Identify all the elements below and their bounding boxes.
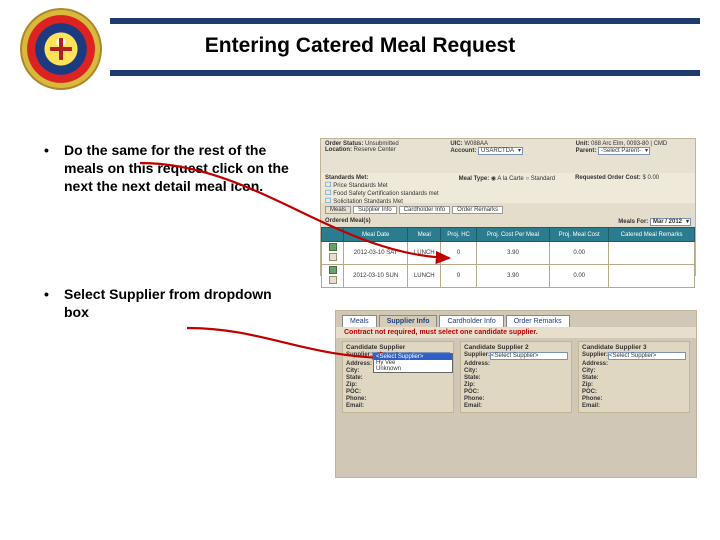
divider-top bbox=[110, 18, 700, 24]
parent-label: Parent: bbox=[576, 148, 597, 154]
standard-checkbox[interactable]: Solicitation Standards Met bbox=[325, 197, 439, 205]
page-icon[interactable] bbox=[329, 276, 337, 284]
candidate-supplier-2: Candidate Supplier 2 Supplier:<Select Su… bbox=[460, 341, 572, 413]
candidate-heading: Candidate Supplier 2 bbox=[464, 344, 568, 351]
ordered-meals-heading: Ordered Meal(s) bbox=[325, 218, 371, 224]
requested-cost-value: $ 0.00 bbox=[642, 175, 659, 181]
supplier-dropdown-menu[interactable]: <Select Supplier> Hy Vee Unknown bbox=[373, 353, 453, 373]
parent-select[interactable]: -Select Parent- bbox=[598, 147, 650, 155]
standard-checkbox[interactable]: Price Standards Met bbox=[325, 181, 439, 189]
meals-table: Meal Date Meal Proj. HC Proj. Cost Per M… bbox=[321, 227, 695, 288]
table-row: 2012-03-10 SUN LUNCH 0 3.90 0.00 bbox=[322, 265, 695, 288]
divider-bottom bbox=[110, 70, 700, 76]
instruction-list: Do the same for the rest of the meals on… bbox=[40, 142, 300, 412]
contract-warning: Contract not required, must select one c… bbox=[336, 327, 696, 338]
col-icons bbox=[322, 228, 344, 242]
meals-for-select[interactable]: Mar / 2012 bbox=[650, 218, 691, 226]
tab-cardholder-info[interactable]: Cardholder Info bbox=[399, 206, 450, 214]
candidate-heading: Candidate Supplier bbox=[346, 344, 450, 351]
instruction-item: Do the same for the rest of the meals on… bbox=[40, 142, 300, 196]
tab-order-remarks[interactable]: Order Remarks bbox=[452, 206, 503, 214]
dropdown-option[interactable]: Unknown bbox=[374, 366, 452, 372]
detail-meal-icon[interactable] bbox=[329, 266, 337, 274]
candidate-supplier-3: Candidate Supplier 3 Supplier:<Select Su… bbox=[578, 341, 690, 413]
candidate-supplier-1: Candidate Supplier Supplier:<Select Supp… bbox=[342, 341, 454, 413]
col-meal: Meal bbox=[408, 228, 441, 242]
page-icon[interactable] bbox=[329, 253, 337, 261]
tab-order-remarks[interactable]: Order Remarks bbox=[506, 315, 570, 327]
instruction-item: Select Supplier from dropdown box bbox=[40, 286, 300, 322]
tab-supplier-info[interactable]: Supplier Info bbox=[353, 206, 397, 214]
tab-supplier-info[interactable]: Supplier Info bbox=[379, 315, 438, 327]
supplier-select[interactable]: <Select Supplier> bbox=[608, 352, 686, 360]
col-proj-hc: Proj. HC bbox=[441, 228, 477, 242]
detail-meal-icon[interactable] bbox=[329, 243, 337, 251]
requested-cost-label: Requested Order Cost: bbox=[575, 175, 641, 181]
mealtype-label: Meal Type: bbox=[459, 176, 490, 182]
tab-meals[interactable]: Meals bbox=[342, 315, 377, 327]
col-remarks: Catered Meal Remarks bbox=[609, 228, 695, 242]
location-value: Reserve Center bbox=[354, 147, 396, 153]
page-title: Entering Catered Meal Request bbox=[0, 34, 720, 58]
col-proj-meal-cost: Proj. Meal Cost bbox=[550, 228, 609, 242]
account-label: Account: bbox=[450, 148, 476, 154]
screenshot-supplier-info: Meals Supplier Info Cardholder Info Orde… bbox=[335, 310, 697, 478]
meals-for-label: Meals For: bbox=[618, 219, 648, 225]
col-cost-per-meal: Proj. Cost Per Meal bbox=[476, 228, 549, 242]
supplier-select[interactable]: <Select Supplier> bbox=[490, 352, 568, 360]
col-meal-date: Meal Date bbox=[344, 228, 408, 242]
standard-checkbox[interactable]: Food Safety Certification standards met bbox=[325, 189, 439, 197]
tab-cardholder-info[interactable]: Cardholder Info bbox=[439, 315, 503, 327]
screenshot-order-details: Order Status: Unsubmitted Location: Rese… bbox=[320, 138, 696, 276]
table-row: 2012-03-10 SAT LUNCH 0 3.90 0.00 bbox=[322, 242, 695, 265]
tab-meals[interactable]: Meals bbox=[325, 206, 351, 214]
account-select[interactable]: USARCTDA bbox=[478, 147, 523, 155]
location-label: Location: bbox=[325, 147, 352, 153]
candidate-heading: Candidate Supplier 3 bbox=[582, 344, 686, 351]
